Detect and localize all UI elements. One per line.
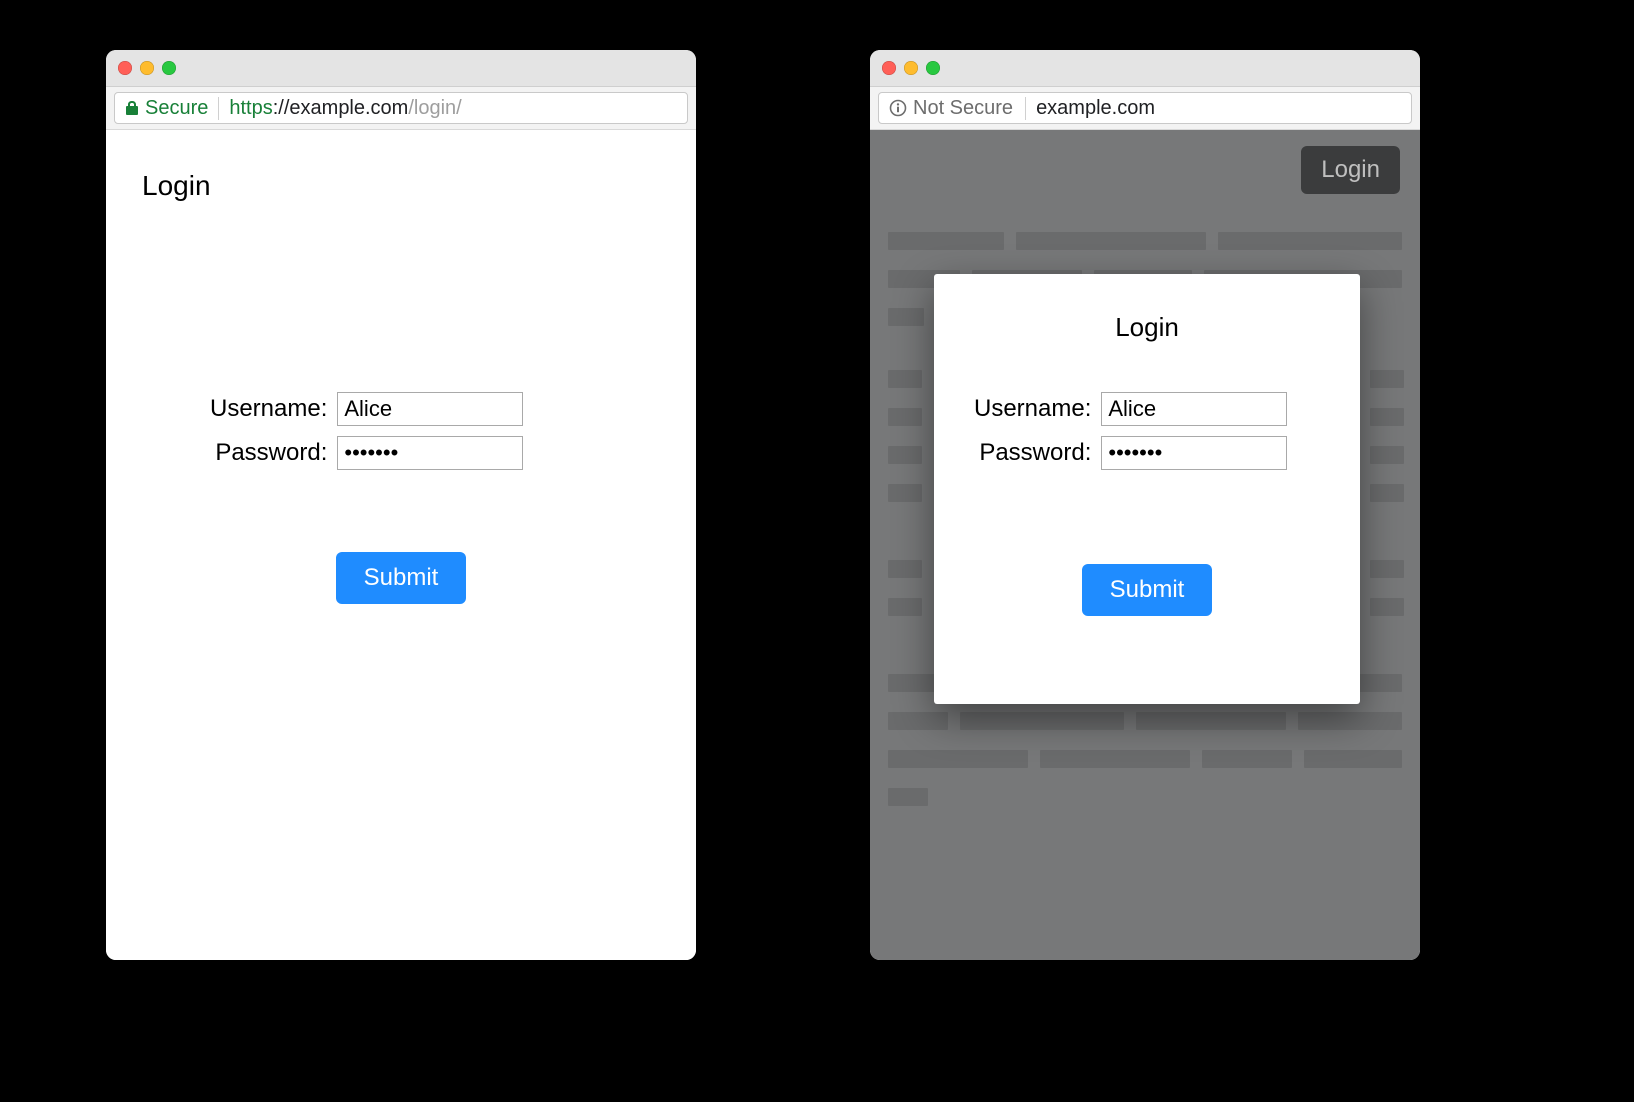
login-button[interactable]: Login [1301, 146, 1400, 194]
login-modal: Login Username: Password: Submit [934, 274, 1360, 704]
security-label: Secure [145, 97, 208, 120]
window-close-icon[interactable] [882, 61, 896, 75]
password-field[interactable] [1101, 436, 1287, 470]
titlebar [870, 50, 1420, 87]
security-indicator: Not Secure [889, 97, 1026, 120]
window-zoom-icon[interactable] [162, 61, 176, 75]
submit-button[interactable]: Submit [336, 552, 467, 604]
password-label: Password: [974, 439, 1091, 467]
browser-window-insecure: Not Secure example.com [870, 50, 1420, 960]
browser-window-secure: Secure https://example.com/login/ Login … [106, 50, 696, 960]
titlebar [106, 50, 696, 87]
page-content: Login Username: Password: Submit [106, 130, 696, 960]
window-minimize-icon[interactable] [904, 61, 918, 75]
login-form: Username: Password: [974, 392, 1287, 470]
window-zoom-icon[interactable] [926, 61, 940, 75]
submit-button[interactable]: Submit [1082, 564, 1213, 616]
lock-icon [125, 100, 139, 116]
username-label: Username: [974, 395, 1091, 423]
address-bar: Not Secure example.com [870, 87, 1420, 130]
window-close-icon[interactable] [118, 61, 132, 75]
window-minimize-icon[interactable] [140, 61, 154, 75]
security-label: Not Secure [913, 97, 1013, 120]
url-text: https://example.com/login/ [229, 97, 461, 120]
modal-title: Login [934, 312, 1360, 343]
password-label: Password: [210, 439, 327, 467]
address-bar: Secure https://example.com/login/ [106, 87, 696, 130]
info-icon [889, 99, 907, 117]
username-field[interactable] [1101, 392, 1287, 426]
address-field[interactable]: Secure https://example.com/login/ [114, 92, 688, 124]
security-indicator: Secure [125, 97, 219, 120]
url-text: example.com [1036, 97, 1155, 120]
password-field[interactable] [337, 436, 523, 470]
address-field[interactable]: Not Secure example.com [878, 92, 1412, 124]
login-form: Username: Password: [210, 392, 523, 470]
username-field[interactable] [337, 392, 523, 426]
page-content: Login Login Username: Password: Submit [870, 130, 1420, 960]
page-title: Login [142, 170, 211, 202]
username-label: Username: [210, 395, 327, 423]
